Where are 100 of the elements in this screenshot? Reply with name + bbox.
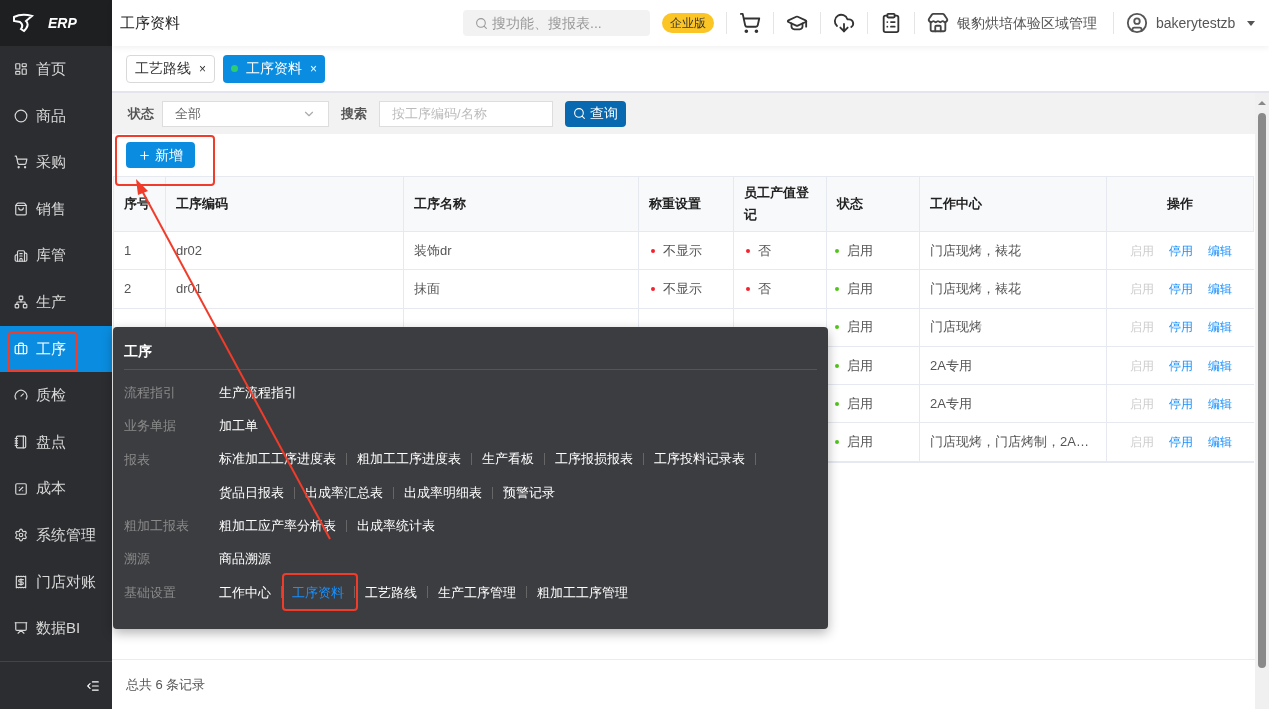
table-cell-text: 门店现烤，门店烤制，2A… (930, 433, 1089, 452)
menu-link[interactable]: 货品日报表 (219, 482, 284, 503)
query-button[interactable]: 查询 (565, 100, 626, 127)
table-cell-text: 1 (124, 241, 132, 260)
filter-label: 状态 (128, 104, 154, 123)
sidebar-item[interactable]: 盘点 (0, 418, 112, 466)
dropdown-caret-icon[interactable] (1247, 20, 1256, 26)
sidebar-item[interactable]: 质检 (0, 372, 112, 419)
sidebar-item[interactable]: 商品 (0, 92, 112, 140)
collapse-icon[interactable] (86, 678, 100, 693)
table-cell-text: 2A专用 (930, 395, 972, 414)
menu-link[interactable]: 出成率统计表 (357, 516, 435, 536)
status-select[interactable]: 全部 (162, 100, 329, 127)
page-tab[interactable]: 工艺路线 × (126, 54, 215, 83)
menu-icon (14, 621, 28, 636)
menu-link[interactable]: 粗加工工序进度表 (357, 449, 461, 469)
cart-icon[interactable] (739, 12, 761, 34)
sidebar-item[interactable]: 数据BI (0, 605, 112, 652)
column-header: 工序名称 (414, 195, 466, 213)
menu-icon (14, 574, 28, 589)
add-button[interactable]: 新增 (126, 142, 195, 168)
menu-icon (14, 528, 28, 543)
status-text: 启用 (847, 280, 873, 299)
sidebar-item[interactable]: 销售 (0, 185, 112, 233)
menu-link[interactable]: 出成率明细表 (404, 482, 482, 503)
table-cell-text: 2 (124, 280, 132, 299)
menu-link[interactable]: 工序投料记录表 (654, 449, 745, 469)
status-text: 启用 (847, 318, 873, 337)
sidebar-item[interactable]: 采购 (0, 139, 112, 186)
menu-link[interactable]: 生产看板 (482, 449, 534, 469)
table-cell-text: 2A专用 (930, 356, 972, 375)
menu-section-label: 报表 (124, 450, 151, 469)
menu-icon (14, 62, 28, 77)
column-header: 员工产值登记 (744, 184, 810, 224)
menu-icon (14, 155, 28, 170)
menu-icon (14, 248, 28, 263)
sidebar-item[interactable]: 系统管理 (0, 511, 112, 559)
scrollbar[interactable] (1255, 93, 1269, 709)
status-text: 否 (758, 280, 771, 299)
menu-section-label: 业务单据 (124, 417, 177, 436)
plus-icon (138, 148, 151, 162)
menu-icon (14, 295, 28, 310)
search-icon (573, 107, 586, 120)
search-field[interactable]: 按工序编码/名称 (379, 100, 553, 127)
menu-link[interactable]: 商品溯源 (219, 549, 271, 569)
tab-close-button[interactable]: × (310, 59, 318, 78)
record-count: 总共 6 条记录 (126, 675, 206, 694)
user-name[interactable]: bakerytestzb (1156, 12, 1236, 34)
menu-icon (14, 435, 28, 450)
filter-label: 搜索 (341, 104, 367, 123)
table-cell-text: 抹面 (414, 280, 440, 299)
column-header: 工序编码 (176, 195, 228, 213)
status-text: 启用 (847, 395, 873, 414)
status-text: 否 (758, 241, 771, 260)
status-text: 不显示 (663, 280, 702, 299)
page-tab[interactable]: 工序资料 × (223, 54, 326, 83)
menu-link[interactable]: 粗加工应产率分析表 (219, 516, 336, 536)
menu-icon (14, 481, 28, 496)
store-icon[interactable] (927, 12, 949, 34)
page-title: 工序资料 (120, 12, 181, 33)
menu-link[interactable]: 工序报损报表 (555, 449, 633, 469)
menu-link[interactable]: 生产工序管理 (438, 582, 516, 603)
menu-section-label: 流程指引 (124, 384, 177, 402)
menu-link[interactable]: 预警记录 (503, 482, 555, 503)
menu-title: 工序 (124, 342, 153, 361)
sidebar-item[interactable]: 成本 (0, 465, 112, 512)
sidebar-item[interactable]: 首页 (0, 46, 112, 93)
menu-link[interactable]: 出成率汇总表 (305, 482, 383, 503)
status-text: 不显示 (663, 241, 702, 260)
table-cell-text: 门店现烤，裱花 (930, 241, 1021, 260)
sidebar-item[interactable]: 工序 (0, 325, 112, 373)
menu-section-label: 溯源 (124, 550, 151, 569)
tab-close-button[interactable]: × (199, 59, 206, 78)
menu-link[interactable]: 粗加工工序管理 (537, 582, 628, 603)
menu-section-label: 基础设置 (124, 583, 177, 602)
menu-link[interactable]: 工作中心 (219, 582, 271, 603)
cloud-download-icon[interactable] (833, 12, 855, 34)
menu-link[interactable]: 加工单 (219, 416, 258, 436)
table-cell-text: 门店现烤，裱花 (930, 280, 1021, 299)
menu-icon (14, 341, 28, 356)
column-header: 操作 (1167, 195, 1193, 213)
search-icon (475, 16, 488, 30)
table-cell-text: 门店现烤 (930, 318, 982, 337)
table-cell-text: dr02 (176, 241, 203, 260)
sidebar-item[interactable]: 库管 (0, 232, 112, 279)
column-header: 工作中心 (930, 195, 982, 213)
logo-icon (12, 13, 36, 33)
store-name[interactable]: 银豹烘培体验区域管理 (957, 12, 1097, 34)
column-header: 称重设置 (649, 195, 701, 213)
status-text: 启用 (847, 241, 873, 260)
sidebar-item[interactable]: 生产 (0, 278, 112, 326)
menu-link[interactable]: 工艺路线 (365, 582, 417, 603)
clipboard-icon[interactable] (880, 12, 902, 34)
table-cell-text: 装饰dr (414, 241, 452, 260)
sidebar-item[interactable]: 门店对账 (0, 558, 112, 606)
menu-icon (14, 202, 28, 217)
column-header: 状态 (837, 195, 863, 213)
menu-section-label: 粗加工报表 (124, 517, 190, 536)
menu-icon (14, 108, 28, 123)
user-avatar-icon[interactable] (1126, 12, 1148, 34)
